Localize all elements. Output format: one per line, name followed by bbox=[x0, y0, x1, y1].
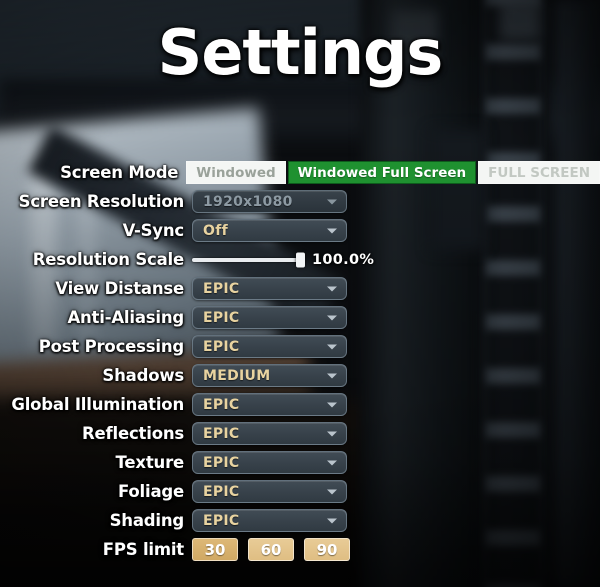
screen-mode-option-windowed-full-screen[interactable]: Windowed Full Screen bbox=[287, 161, 477, 184]
settings-list: Screen Mode Windowed Windowed Full Scree… bbox=[0, 158, 600, 564]
setting-row-resolution-scale: Resolution Scale 100.0% bbox=[0, 245, 600, 274]
screen-mode-option-windowed[interactable]: Windowed bbox=[186, 161, 286, 184]
texture-dropdown[interactable]: EPIC bbox=[192, 451, 347, 474]
chevron-down-icon bbox=[327, 228, 337, 233]
setting-label-anti-aliasing: Anti-Aliasing bbox=[67, 308, 184, 327]
foliage-value: EPIC bbox=[203, 483, 240, 500]
setting-row-shadows: Shadows MEDIUM bbox=[0, 361, 600, 390]
chevron-down-icon bbox=[327, 315, 337, 320]
settings-menu: Settings Screen Mode Windowed Windowed F… bbox=[0, 0, 600, 587]
setting-row-fps-limit: FPS limit 30 60 90 bbox=[0, 535, 600, 564]
global-illumination-dropdown[interactable]: EPIC bbox=[192, 393, 347, 416]
view-distanse-value: EPIC bbox=[203, 280, 240, 297]
reflections-dropdown[interactable]: EPIC bbox=[192, 422, 347, 445]
screen-resolution-dropdown[interactable]: 1920x1080 bbox=[192, 190, 347, 213]
chevron-down-icon bbox=[327, 373, 337, 378]
setting-row-view-distanse: View Distanse EPIC bbox=[0, 274, 600, 303]
setting-row-texture: Texture EPIC bbox=[0, 448, 600, 477]
setting-label-screen-resolution: Screen Resolution bbox=[18, 192, 185, 211]
anti-aliasing-value: EPIC bbox=[203, 309, 240, 326]
foliage-dropdown[interactable]: EPIC bbox=[192, 480, 347, 503]
chevron-down-icon bbox=[327, 344, 337, 349]
setting-row-foliage: Foliage EPIC bbox=[0, 477, 600, 506]
setting-row-anti-aliasing: Anti-Aliasing EPIC bbox=[0, 303, 600, 332]
page-title: Settings bbox=[157, 16, 444, 89]
setting-row-screen-mode: Screen Mode Windowed Windowed Full Scree… bbox=[0, 158, 600, 187]
setting-label-foliage: Foliage bbox=[118, 482, 184, 501]
setting-row-vsync: V-Sync Off bbox=[0, 216, 600, 245]
resolution-scale-value: 100.0% bbox=[312, 251, 375, 268]
chevron-down-icon bbox=[327, 460, 337, 465]
shading-dropdown[interactable]: EPIC bbox=[192, 509, 347, 532]
texture-value: EPIC bbox=[203, 454, 240, 471]
setting-row-reflections: Reflections EPIC bbox=[0, 419, 600, 448]
setting-label-texture: Texture bbox=[115, 453, 185, 472]
setting-label-view-distanse: View Distanse bbox=[55, 279, 184, 298]
slider-track[interactable] bbox=[192, 252, 305, 267]
chevron-down-icon bbox=[327, 489, 337, 494]
setting-label-screen-mode: Screen Mode bbox=[60, 163, 179, 182]
setting-label-fps-limit: FPS limit bbox=[102, 540, 184, 559]
setting-row-post-processing: Post Processing EPIC bbox=[0, 332, 600, 361]
setting-label-shading: Shading bbox=[109, 511, 185, 530]
setting-label-resolution-scale: Resolution Scale bbox=[32, 250, 184, 269]
fps-limit-option-90[interactable]: 90 bbox=[304, 538, 350, 561]
view-distanse-dropdown[interactable]: EPIC bbox=[192, 277, 347, 300]
shadows-dropdown[interactable]: MEDIUM bbox=[192, 364, 347, 387]
chevron-down-icon bbox=[327, 518, 337, 523]
setting-row-shading: Shading EPIC bbox=[0, 506, 600, 535]
setting-label-shadows: Shadows bbox=[102, 366, 184, 385]
global-illumination-value: EPIC bbox=[203, 396, 240, 413]
chevron-down-icon bbox=[327, 431, 337, 436]
chevron-down-icon bbox=[327, 402, 337, 407]
chevron-down-icon bbox=[327, 199, 337, 204]
chevron-down-icon bbox=[327, 286, 337, 291]
fps-limit-button-group: 30 60 90 bbox=[192, 538, 350, 561]
slider-handle[interactable] bbox=[296, 252, 305, 267]
vsync-value: Off bbox=[203, 222, 228, 239]
screen-mode-option-full-screen[interactable]: FULL SCREEN bbox=[478, 161, 600, 184]
reflections-value: EPIC bbox=[203, 425, 240, 442]
shadows-value: MEDIUM bbox=[203, 367, 271, 384]
screen-resolution-value: 1920x1080 bbox=[203, 193, 293, 210]
setting-label-reflections: Reflections bbox=[82, 424, 184, 443]
post-processing-dropdown[interactable]: EPIC bbox=[192, 335, 347, 358]
post-processing-value: EPIC bbox=[203, 338, 240, 355]
anti-aliasing-dropdown[interactable]: EPIC bbox=[192, 306, 347, 329]
fps-limit-option-30[interactable]: 30 bbox=[192, 538, 238, 561]
setting-label-global-illumination: Global Illumination bbox=[11, 395, 184, 414]
setting-label-post-processing: Post Processing bbox=[38, 337, 184, 356]
shading-value: EPIC bbox=[203, 512, 240, 529]
vsync-dropdown[interactable]: Off bbox=[192, 219, 347, 242]
screen-mode-segmented-control: Windowed Windowed Full Screen FULL SCREE… bbox=[186, 161, 600, 184]
setting-row-screen-resolution: Screen Resolution 1920x1080 bbox=[0, 187, 600, 216]
resolution-scale-slider[interactable]: 100.0% bbox=[192, 252, 374, 268]
fps-limit-option-60[interactable]: 60 bbox=[248, 538, 294, 561]
setting-row-global-illumination: Global Illumination EPIC bbox=[0, 390, 600, 419]
setting-label-vsync: V-Sync bbox=[122, 221, 185, 240]
